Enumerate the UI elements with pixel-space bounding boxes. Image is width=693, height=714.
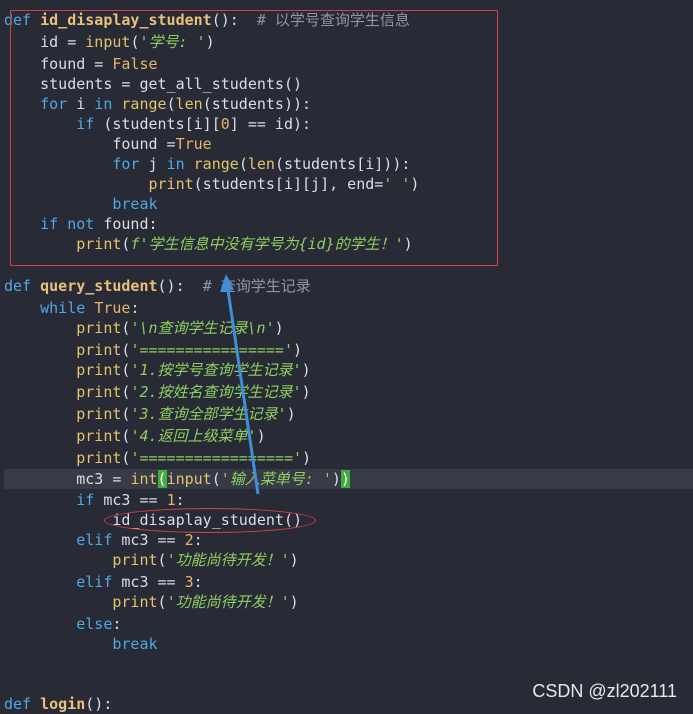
arrow-head-icon <box>220 274 234 292</box>
watermark: CSDN @zl202111 <box>532 681 677 701</box>
blue-arrow-annotation <box>220 274 260 495</box>
code-editor[interactable]: def id_disaplay_student(): # 以学号查询学生信息 i… <box>0 0 693 713</box>
arrow-shaft <box>226 289 260 495</box>
